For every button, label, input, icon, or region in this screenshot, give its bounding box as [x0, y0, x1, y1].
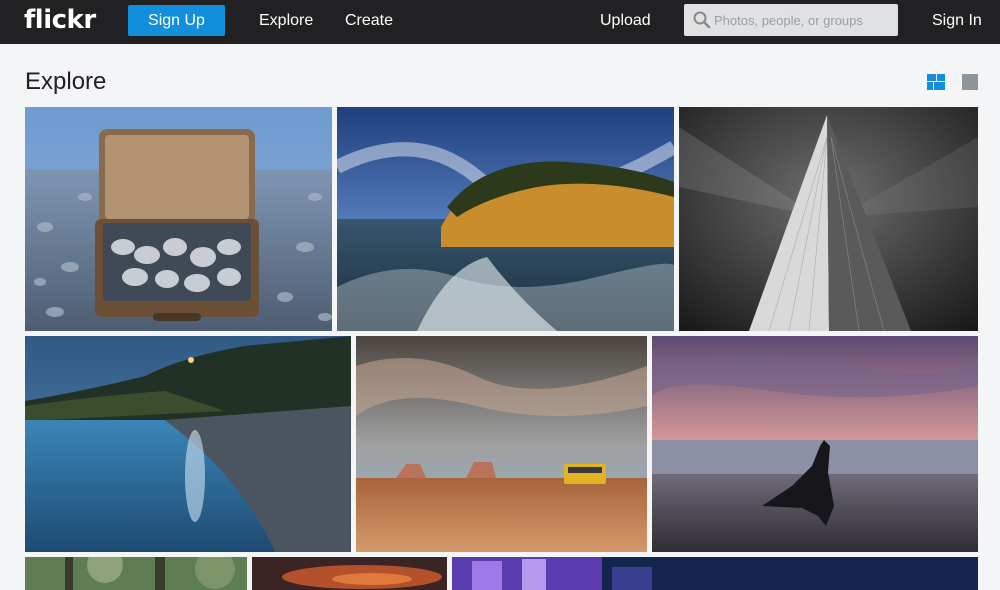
nav-explore-link[interactable]: Explore [259, 12, 313, 30]
sign-up-button[interactable]: Sign Up [128, 5, 225, 36]
single-view-icon[interactable] [962, 74, 980, 90]
search-box [684, 4, 898, 36]
top-navigation-bar: flickr Sign Up Explore Create Upload Sig… [0, 0, 1000, 44]
photo-orange-sunset-sky[interactable] [252, 557, 447, 590]
page-title: Explore [25, 68, 107, 95]
search-input[interactable] [714, 5, 894, 35]
photo-purple-lit-building[interactable] [452, 557, 978, 590]
photo-golden-cliff-waves[interactable] [337, 107, 674, 331]
grid-view-icon[interactable] [927, 74, 945, 90]
photo-desert-bus[interactable] [356, 336, 647, 552]
flickr-logo[interactable]: flickr [24, 4, 96, 36]
photo-forest-trees[interactable] [25, 557, 247, 590]
photo-suitcase-pebbles[interactable] [25, 107, 332, 331]
nav-create-link[interactable]: Create [345, 12, 393, 30]
nav-upload-link[interactable]: Upload [600, 12, 651, 30]
photo-beach-sunset-dancer[interactable] [652, 336, 978, 552]
photo-blue-coast-dusk[interactable] [25, 336, 351, 552]
sign-in-link[interactable]: Sign In [932, 12, 982, 30]
photo-bw-skyscraper[interactable] [679, 107, 978, 331]
search-icon[interactable] [684, 4, 714, 36]
